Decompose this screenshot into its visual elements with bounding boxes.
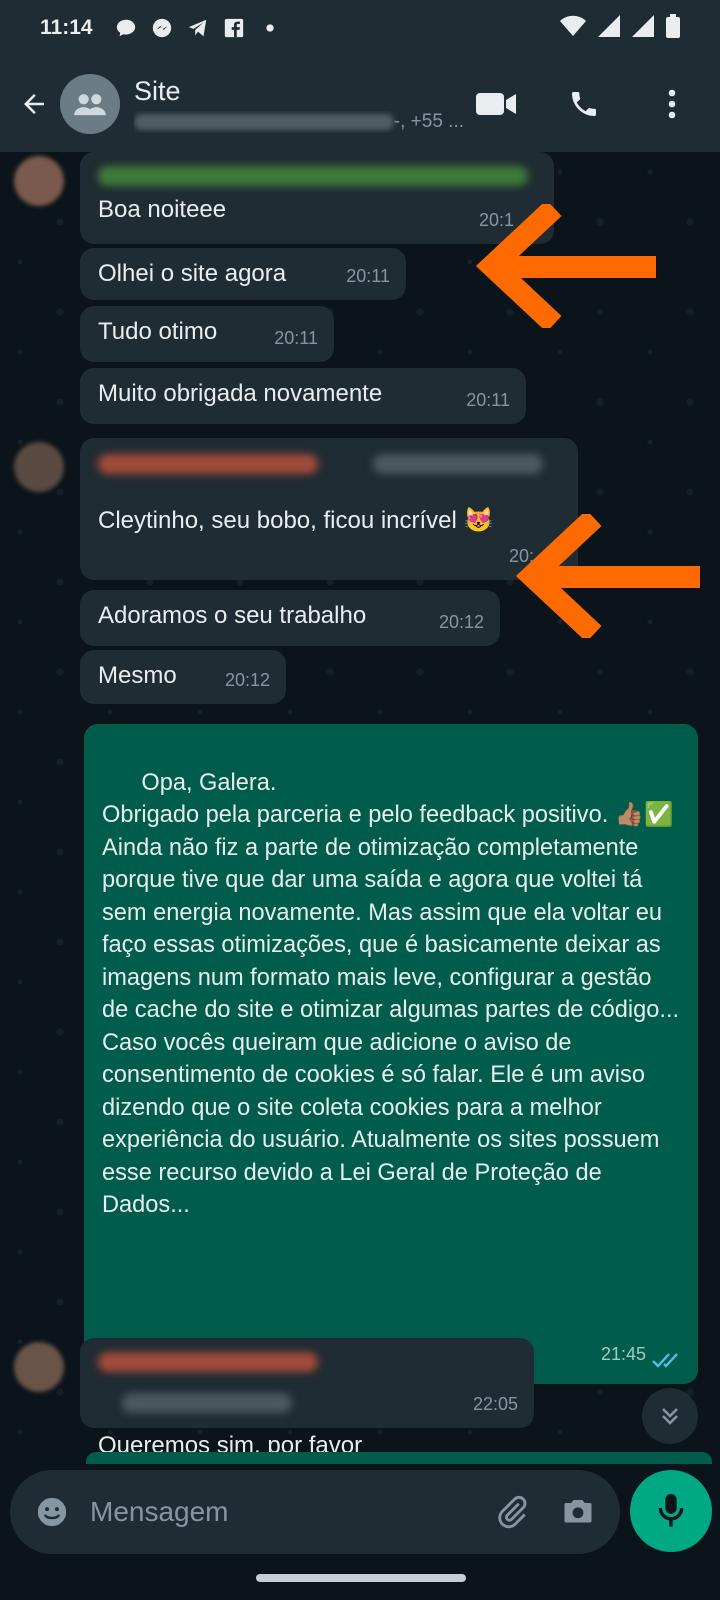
annotation-arrow: [515, 514, 700, 638]
microphone-icon: [658, 1494, 684, 1527]
message-composer: Mensagem: [10, 1470, 620, 1554]
participants-suffix: -, +55 ...: [393, 110, 464, 132]
message-text: Adoramos o seu trabalho: [98, 602, 367, 629]
emoji-icon: [37, 1497, 67, 1527]
annotation-arrow: [475, 204, 656, 328]
paperclip-icon: [498, 1495, 527, 1529]
double-check-read-icon: [652, 1353, 678, 1368]
message-time: 20:11: [274, 328, 318, 348]
message-text: Opa, Galera. Obrigado pela parceria e pe…: [102, 769, 680, 1219]
scroll-to-bottom-button[interactable]: [642, 1388, 698, 1444]
phone-icon: [572, 92, 596, 116]
status-time: 11:14: [40, 16, 93, 39]
whatsapp-chat-screen: 11:14 Site -, +55 ... Boa noiteee 20:1 O…: [0, 0, 720, 1600]
message-list[interactable]: Boa noiteee 20:1 Olhei o site agora 20:1…: [0, 152, 720, 1464]
group-avatar[interactable]: [60, 74, 120, 134]
partial-message-bubble: [86, 1452, 712, 1464]
gesture-handle[interactable]: [256, 1574, 466, 1582]
double-chevron-down-icon: [662, 1408, 678, 1425]
facebook-icon: [224, 18, 243, 38]
message-time: 20:12: [438, 612, 484, 632]
sender-avatar[interactable]: [14, 442, 64, 492]
more-vert-icon: [668, 89, 676, 119]
voice-call-button[interactable]: [560, 80, 608, 128]
attach-button[interactable]: [488, 1488, 536, 1536]
message-bubble[interactable]: Muito obrigada novamente 20:11: [80, 368, 526, 424]
message-text: Muito obrigada novamente: [98, 380, 383, 407]
message-text: Boa noiteee: [98, 196, 227, 223]
arrow-back-icon: [24, 94, 44, 114]
message-text: Mesmo: [98, 662, 177, 689]
back-button[interactable]: [10, 80, 58, 128]
signal-icon: [632, 15, 654, 37]
message-time: 20:11: [466, 390, 510, 410]
message-bubble[interactable]: Queremos sim, por favor 22:05: [80, 1338, 534, 1459]
message-bubble[interactable]: Cleytinho, seu bobo, ficou incrível 😻 20…: [80, 438, 578, 580]
blurred-sender-name: [98, 454, 318, 474]
emoji-button[interactable]: [28, 1488, 76, 1536]
navigation-bar: [0, 1560, 720, 1600]
more-options-button[interactable]: [648, 80, 696, 128]
message-text: Olhei o site agora: [98, 260, 287, 287]
chat-header: Site -, +55 ...: [0, 56, 720, 152]
outgoing-message-bubble[interactable]: Opa, Galera. Obrigado pela parceria e pe…: [84, 724, 698, 1384]
camera-icon: [564, 1500, 592, 1523]
sender-avatar[interactable]: [14, 156, 64, 206]
video-call-button[interactable]: [472, 80, 520, 128]
blurred-participants: [134, 113, 394, 130]
message-time: 20:12: [224, 670, 270, 690]
message-time: 22:05: [472, 1394, 518, 1414]
message-bubble[interactable]: Mesmo 20:12: [80, 650, 286, 704]
signal-icon: [598, 15, 620, 37]
chat-participants: -, +55 ...: [134, 111, 464, 133]
wifi-icon: [560, 15, 586, 36]
chat-title-area[interactable]: Site -, +55 ...: [134, 76, 464, 133]
blurred-sender-phone: [122, 1393, 292, 1413]
message-bubble[interactable]: Olhei o site agora 20:11: [80, 248, 406, 300]
message-text: Tudo otimo: [98, 318, 218, 345]
chat-title: Site: [134, 75, 181, 106]
message-time: 20:11: [346, 266, 390, 286]
message-bubble[interactable]: Tudo otimo 20:11: [80, 306, 334, 362]
group-icon: [74, 94, 106, 116]
voice-message-button[interactable]: [630, 1470, 712, 1552]
battery-icon: [666, 14, 680, 38]
video-call-icon: [476, 93, 516, 115]
dot-icon: [265, 24, 274, 32]
message-text: Cleytinho, seu bobo, ficou incrível 😻: [98, 507, 494, 534]
chat-bubble-icon: [116, 19, 135, 37]
message-time: 21:45: [600, 1343, 646, 1364]
status-bar: 11:14: [0, 0, 720, 56]
message-input[interactable]: Mensagem: [90, 1496, 488, 1528]
telegram-icon: [188, 19, 206, 37]
blurred-sender-phone: [372, 454, 543, 474]
messenger-icon: [152, 18, 171, 38]
sender-avatar[interactable]: [14, 1342, 64, 1392]
blurred-sender-name: [98, 1352, 318, 1372]
camera-button[interactable]: [554, 1488, 602, 1536]
blurred-sender-name: [98, 166, 528, 186]
message-bubble[interactable]: Adoramos o seu trabalho 20:12: [80, 590, 500, 646]
